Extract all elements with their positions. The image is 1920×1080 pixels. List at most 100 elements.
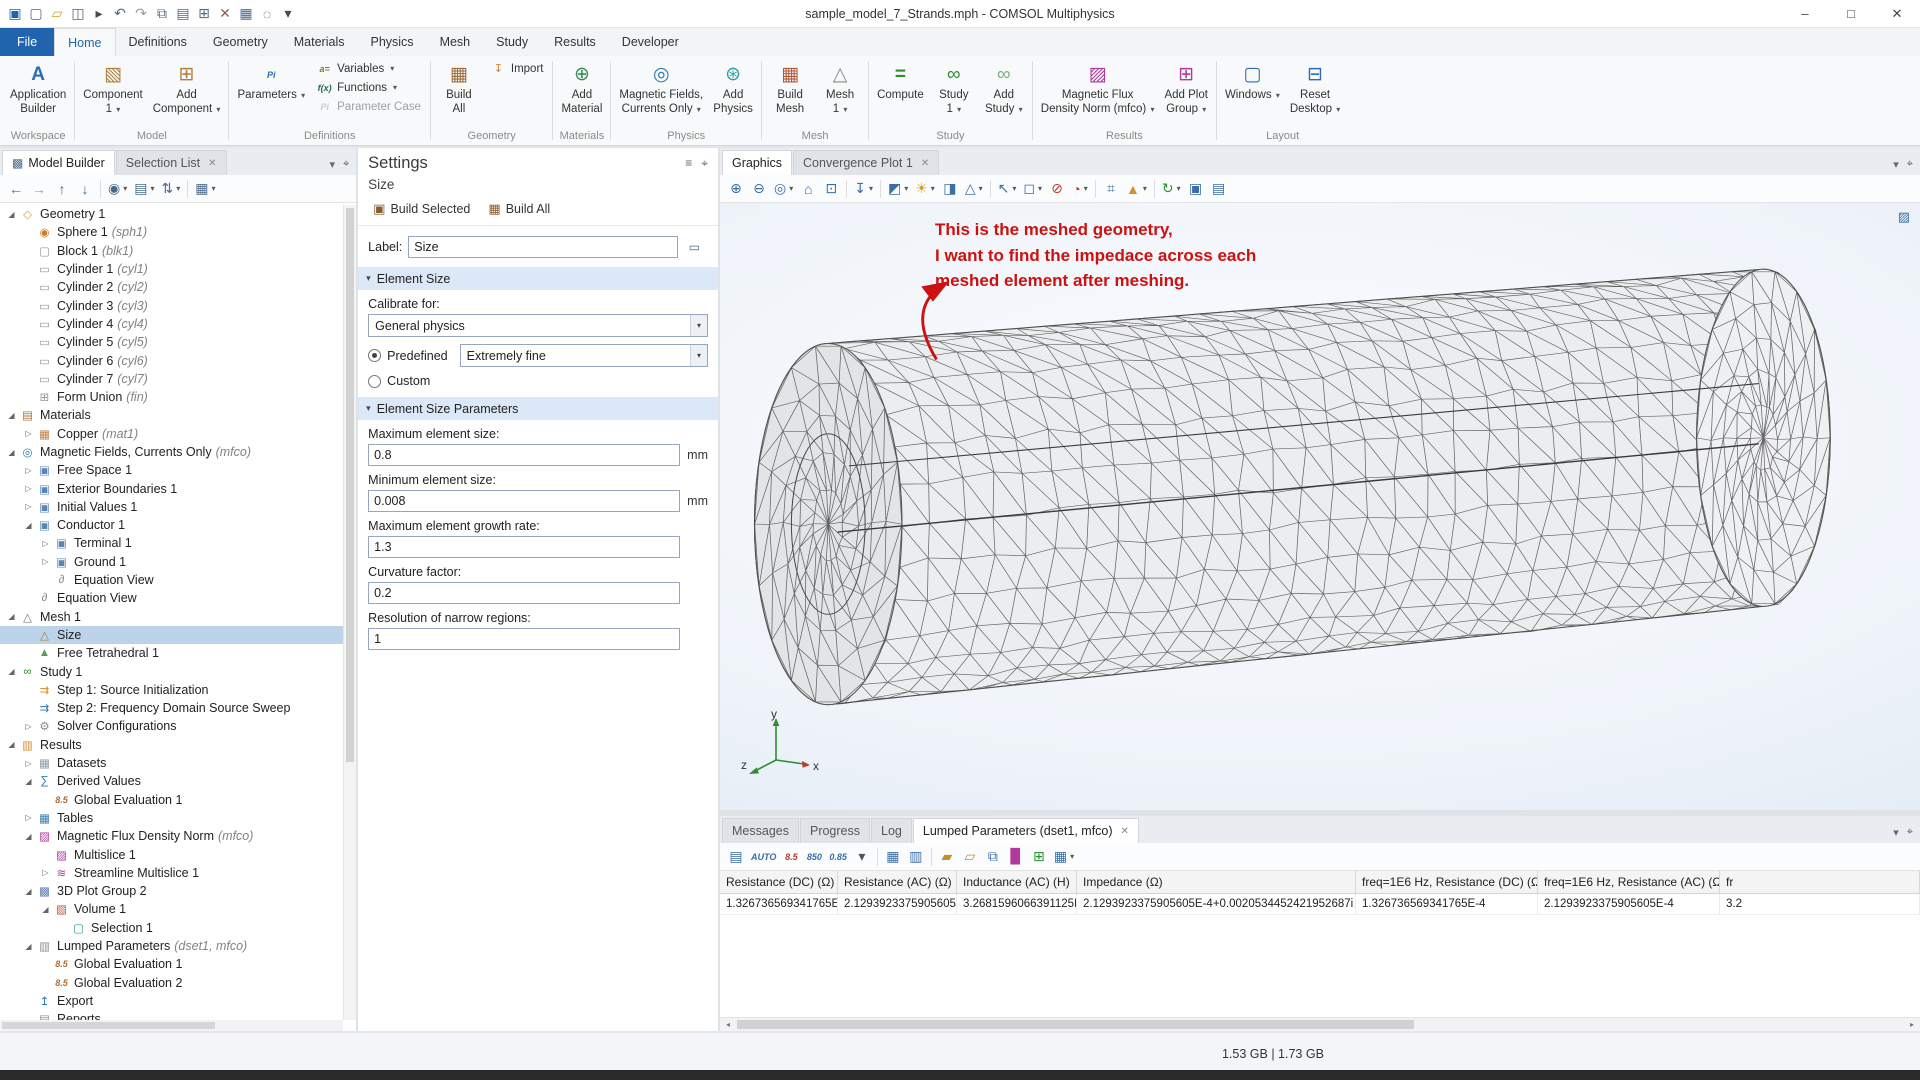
tree-item-sphere-1[interactable]: ◉Sphere 1(sph1) [0, 223, 356, 241]
precision-engineering-icon[interactable]: 850 [803, 845, 825, 869]
go-forward-icon[interactable]: → [28, 177, 50, 201]
panel-menu-icon[interactable]: ▾ [329, 158, 335, 171]
collapse-icon[interactable]: ◢ [4, 740, 19, 749]
collapse-icon[interactable]: ◢ [21, 887, 36, 896]
tree-item-terminal-1[interactable]: ▷▣Terminal 1 [0, 534, 356, 552]
tree-item-global-evaluation-1[interactable]: 8.5Global Evaluation 1 [0, 791, 356, 809]
close-tab-icon[interactable]: ✕ [921, 158, 929, 169]
collapse-icon[interactable]: ◢ [4, 612, 19, 621]
import-button[interactable]: ↧Import [485, 59, 549, 78]
minimize-button[interactable]: – [1782, 0, 1828, 27]
tree-item-step-1-source-initialization[interactable]: ⇉Step 1: Source Initialization [0, 681, 356, 699]
wireframe-icon[interactable]: △▾ [962, 177, 986, 201]
deselect-icon[interactable]: ⊘ [1046, 177, 1068, 201]
collapse-icon[interactable]: ◢ [4, 448, 19, 457]
expand-icon[interactable]: ▷ [38, 557, 53, 566]
tree-item-cylinder-3[interactable]: ▭Cylinder 3(cyl3) [0, 296, 356, 314]
tree-item-results[interactable]: ◢▥Results [0, 736, 356, 754]
save-icon[interactable]: ◫ [68, 3, 88, 25]
scrollbar-thumb[interactable] [737, 1020, 1414, 1029]
tree-item-volume-1[interactable]: ◢▧Volume 1 [0, 900, 356, 918]
precision-decimal-icon[interactable]: 0.85 [826, 845, 850, 869]
add-component-button[interactable]: ⊞Add Component ▾ [148, 57, 226, 117]
collapse-icon[interactable]: ◢ [21, 777, 36, 786]
predefined-radio[interactable] [368, 349, 381, 362]
collapse-expand-icon[interactable]: ⇅▾ [158, 177, 183, 201]
tree-item-equation-view[interactable]: ∂Equation View [0, 571, 356, 589]
pin-icon[interactable]: ⌖ [1907, 826, 1913, 839]
tree-item-free-tetrahedral-1[interactable]: ▲Free Tetrahedral 1 [0, 644, 356, 662]
element-size-section-header[interactable]: ▾ Element Size [358, 267, 718, 290]
collapse-icon[interactable]: ◢ [21, 832, 36, 841]
information-tab-progress[interactable]: Progress [800, 818, 870, 843]
build-selected-button[interactable]: ▣Build Selected [366, 198, 477, 220]
zoom-extents-icon[interactable]: ⊡ [820, 177, 842, 201]
comsol-logo-icon[interactable]: ▣ [5, 3, 25, 25]
table-graph-icon[interactable]: ▥ [905, 845, 927, 869]
tree-item-block-1[interactable]: ▢Block 1(blk1) [0, 242, 356, 260]
ribbon-tab-file[interactable]: File [0, 28, 54, 56]
expand-icon[interactable]: ▷ [21, 502, 36, 511]
tree-item-step-2-frequency-domain-source-sweep[interactable]: ⇉Step 2: Frequency Domain Source Sweep [0, 699, 356, 717]
copy-table-icon[interactable]: ⧉ [982, 845, 1004, 869]
model-builder-horizontal-scrollbar[interactable] [0, 1020, 343, 1031]
tree-item-3d-plot-group-2[interactable]: ◢▩3D Plot Group 2 [0, 882, 356, 900]
new-file-icon[interactable]: ▢ [26, 3, 46, 25]
move-up-icon[interactable]: ↑ [51, 177, 73, 201]
variables-button[interactable]: a=Variables▾ [311, 59, 426, 78]
ribbon-tab-results[interactable]: Results [541, 28, 609, 56]
close-tab-icon[interactable]: ✕ [208, 158, 216, 169]
scroll-left-icon[interactable]: ◂ [720, 1018, 736, 1031]
tree-item-cylinder-5[interactable]: ▭Cylinder 5(cyl5) [0, 333, 356, 351]
zoom-to-selection-icon[interactable]: ◎▾ [771, 177, 796, 201]
magnetic-fields-currents-only-button[interactable]: ◎Magnetic Fields, Currents Only ▾ [614, 57, 708, 117]
table-horizontal-scrollbar[interactable]: ◂ ▸ [720, 1017, 1920, 1031]
model-tree-filter-icon[interactable]: ▦▾ [192, 177, 218, 201]
functions-button[interactable]: f(x)Functions▾ [311, 78, 426, 97]
panel-menu-icon[interactable]: ▾ [1893, 826, 1899, 839]
tree-item-ground-1[interactable]: ▷▣Ground 1 [0, 553, 356, 571]
tree-item-copper[interactable]: ▷▦Copper(mat1) [0, 425, 356, 443]
tree-item-cylinder-7[interactable]: ▭Cylinder 7(cyl7) [0, 370, 356, 388]
scene-light-icon[interactable]: ☀▾ [912, 177, 938, 201]
tree-item-magnetic-flux-density-norm[interactable]: ◢▨Magnetic Flux Density Norm(mfco) [0, 827, 356, 845]
tree-item-datasets[interactable]: ▷▦Datasets [0, 754, 356, 772]
windows-button[interactable]: ▢Windows ▾ [1220, 57, 1285, 104]
maximum-element-growth-rate-input[interactable] [368, 536, 680, 558]
tree-item-export[interactable]: ↥Export [0, 992, 356, 1010]
search-icon[interactable]: ◌ [257, 3, 277, 25]
delete-icon[interactable]: ✕ [215, 3, 235, 25]
copy-icon[interactable]: ⧉ [152, 3, 172, 25]
duplicate-icon[interactable]: ⊞ [194, 3, 214, 25]
zoom-in-icon[interactable]: ⊕ [725, 177, 747, 201]
measure-icon[interactable]: ⌗ [1100, 177, 1122, 201]
export-table-icon[interactable]: ⊞ [1028, 845, 1050, 869]
resolution-of-narrow-regions-input[interactable] [368, 628, 680, 650]
pin-icon[interactable]: ⌖ [343, 158, 349, 171]
show-options-icon[interactable]: ◉▾ [105, 177, 130, 201]
tree-item-mesh-1[interactable]: ◢△Mesh 1 [0, 608, 356, 626]
ribbon-tab-materials[interactable]: Materials [281, 28, 358, 56]
expand-icon[interactable]: ▷ [21, 466, 36, 475]
tree-node-text-icon[interactable]: ▤▾ [131, 177, 157, 201]
meshed-geometry[interactable] [720, 203, 1920, 810]
transparency-icon[interactable]: ◨ [939, 177, 961, 201]
expand-icon[interactable]: ▷ [21, 429, 36, 438]
mesh-1-button[interactable]: △Mesh 1 ▾ [815, 57, 865, 117]
customize-qat-icon[interactable]: ▾ [278, 3, 298, 25]
collapse-icon[interactable]: ◢ [4, 210, 19, 219]
history-icon[interactable]: ▸ [89, 3, 109, 25]
parameters-button[interactable]: PiParameters ▾ [232, 57, 310, 104]
add-physics-button[interactable]: ⊛Add Physics [708, 57, 758, 117]
close-button[interactable]: ✕ [1874, 0, 1920, 27]
table-menu-icon[interactable]: ▦▾ [1051, 845, 1077, 869]
go-to-default-view-icon[interactable]: ⌂ [797, 177, 819, 201]
collapse-icon[interactable]: ◢ [21, 942, 36, 951]
plot-info-icon[interactable]: ▨ [1898, 209, 1910, 225]
expand-icon[interactable]: ▷ [21, 484, 36, 493]
custom-radio[interactable] [368, 375, 381, 388]
ribbon-tab-study[interactable]: Study [483, 28, 541, 56]
expand-icon[interactable]: ▷ [21, 759, 36, 768]
tree-item-equation-view[interactable]: ∂Equation View [0, 589, 356, 607]
scrollbar-track[interactable] [736, 1018, 1904, 1031]
